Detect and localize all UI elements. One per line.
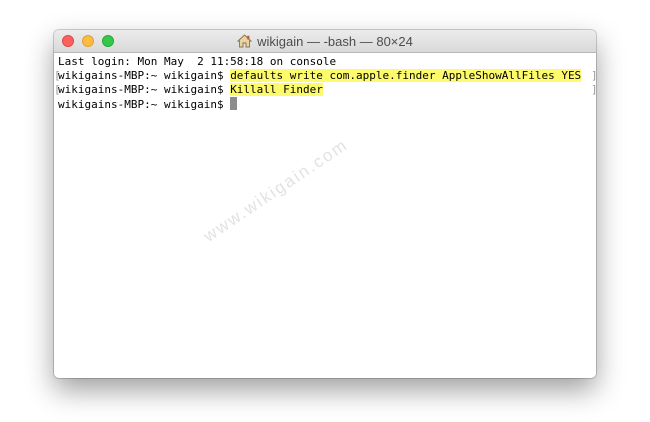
- highlighted-command: Killall Finder: [230, 83, 323, 96]
- terminal-content[interactable]: Last login: Mon May 2 11:58:18 on consol…: [54, 53, 596, 378]
- command-line-2: wikigains-MBP:~ wikigain$ Killall Finder: [58, 83, 323, 97]
- command-line-1: wikigains-MBP:~ wikigain$ defaults write…: [58, 69, 582, 83]
- command-line-3: wikigains-MBP:~ wikigain$: [58, 97, 238, 111]
- prompt: wikigains-MBP:~ wikigain$: [58, 69, 231, 82]
- mark-bracket-right: ]: [591, 83, 596, 97]
- window-title-container: wikigain — -bash — 80×24: [54, 30, 596, 52]
- highlighted-command: defaults write com.apple.finder AppleSho…: [230, 69, 582, 82]
- last-login-line: Last login: Mon May 2 11:58:18 on consol…: [58, 55, 337, 68]
- window-title: wikigain — -bash — 80×24: [257, 33, 413, 49]
- title-bar[interactable]: wikigain — -bash — 80×24: [54, 30, 596, 53]
- mark-bracket-right: ]: [591, 69, 596, 83]
- screenshot-canvas: wikigain — -bash — 80×24 Last login: Mon…: [0, 0, 650, 422]
- text-cursor: [230, 97, 238, 110]
- terminal-window: wikigain — -bash — 80×24 Last login: Mon…: [54, 30, 596, 378]
- prompt: wikigains-MBP:~ wikigain$: [58, 83, 231, 96]
- home-icon: [237, 34, 253, 48]
- prompt: wikigains-MBP:~ wikigain$: [58, 98, 231, 111]
